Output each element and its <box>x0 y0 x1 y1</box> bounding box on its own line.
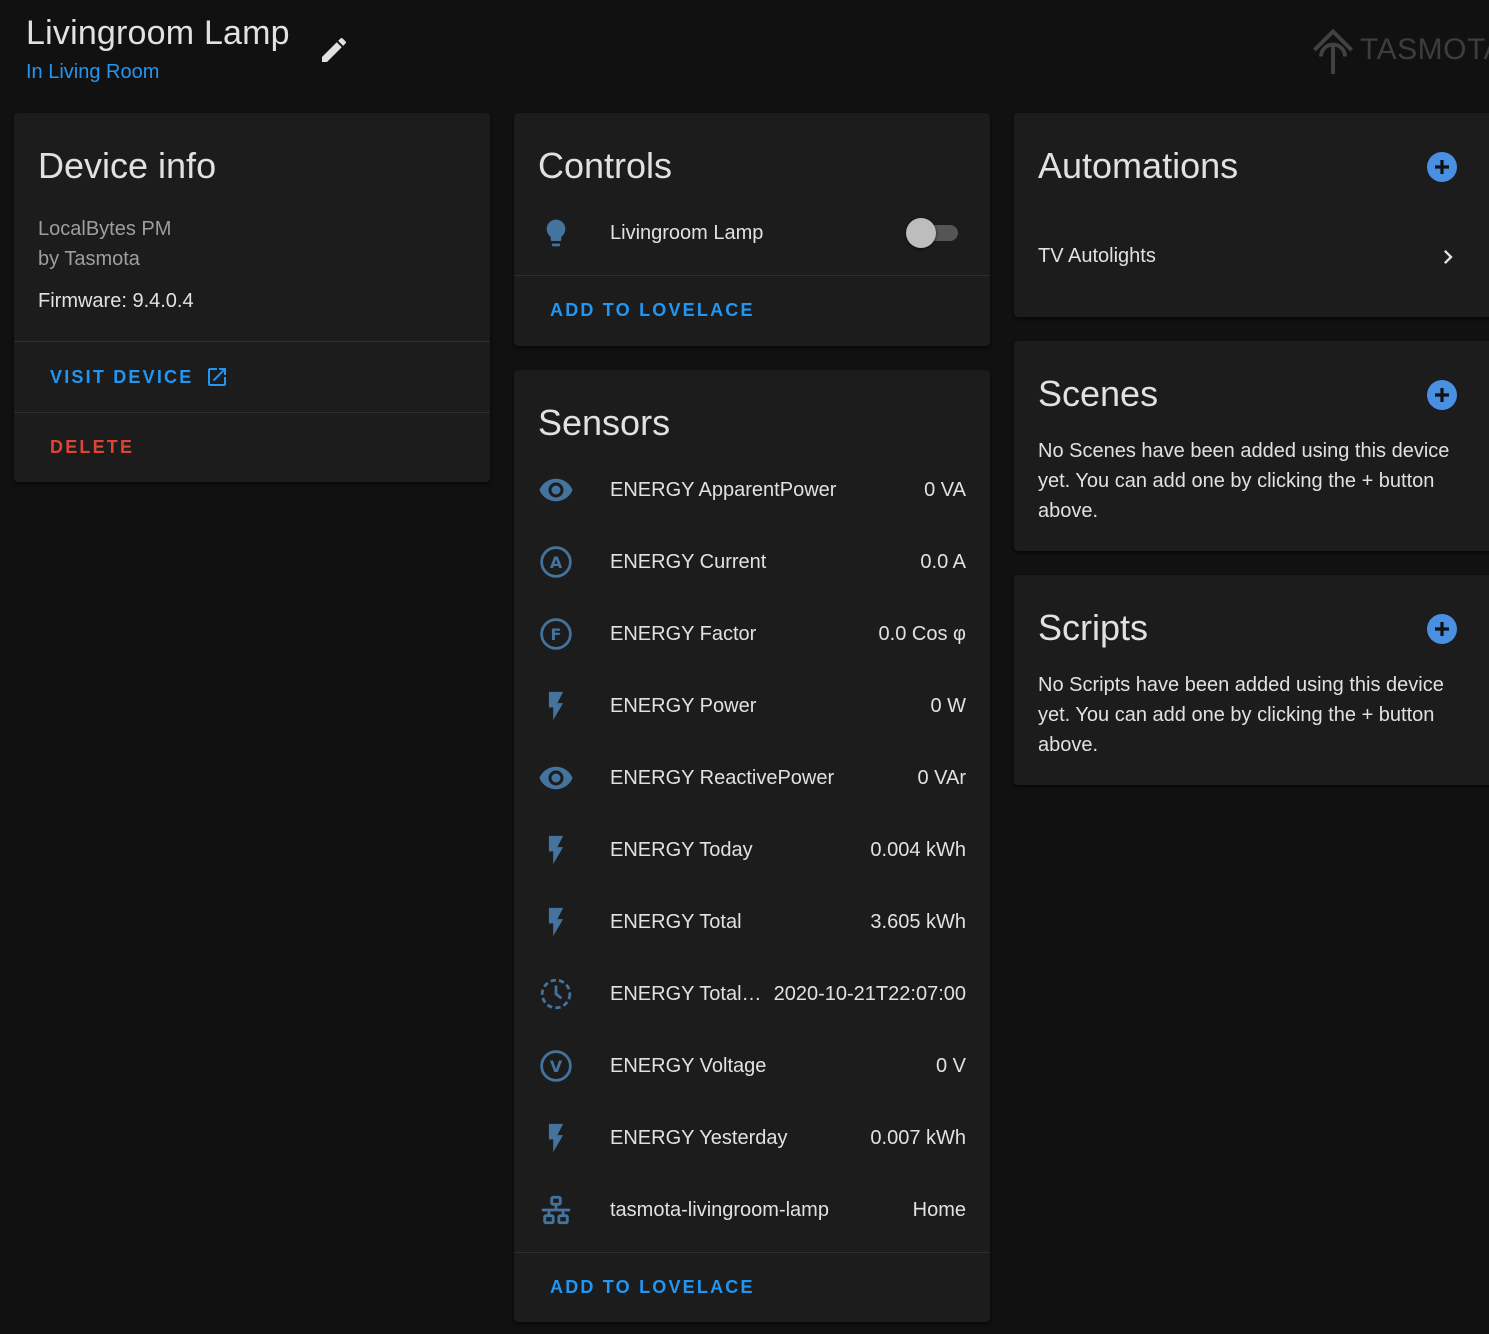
sensor-value: 0.0 Cos φ <box>878 622 966 645</box>
sensor-name: ENERGY Today <box>610 838 753 861</box>
lamp-toggle[interactable] <box>906 218 960 248</box>
add-scene-button[interactable] <box>1426 379 1458 411</box>
brand-name: TASMOTA <box>1360 33 1489 66</box>
scenes-empty-note: No Scenes have been added using this dev… <box>1038 440 1450 522</box>
automations-card: Automations TV Autolights <box>1014 113 1489 317</box>
plus-circle-icon <box>1427 152 1457 182</box>
sensor-row[interactable]: ENERGY Total 3.605 kWh <box>514 902 990 942</box>
chevron-right-icon[interactable] <box>1434 243 1462 271</box>
alpha-f-circle-icon: F <box>538 616 574 652</box>
brand-logo: TASMOTA <box>1310 26 1489 74</box>
flash-icon <box>538 904 574 940</box>
scenes-card: Scenes No Scenes have been added using t… <box>1014 341 1489 551</box>
automation-item[interactable]: TV Autolights <box>1038 245 1156 268</box>
device-model: LocalBytes PM <box>38 218 172 240</box>
sensor-row[interactable]: ENERGY Total… 2020-10-21T22:07:00 <box>514 974 990 1014</box>
sensor-value: 0 V <box>935 1054 966 1077</box>
controls-card: Controls Livingroom Lamp ADD TO LOVELACE <box>514 113 990 346</box>
sensor-row[interactable]: ENERGY Power 0 W <box>514 686 990 726</box>
sensor-row[interactable]: tasmota-livingroom-lamp Home <box>514 1190 990 1230</box>
sensor-value: 0 VAr <box>917 766 966 789</box>
page-title: Livingroom Lamp <box>26 14 290 52</box>
sensor-name: ENERGY Voltage <box>610 1054 767 1077</box>
eye-icon <box>538 472 574 508</box>
delete-button[interactable]: DELETE <box>50 437 134 458</box>
tasmota-logo-icon <box>1313 28 1353 74</box>
sensor-name: tasmota-livingroom-lamp <box>610 1198 829 1221</box>
delete-label: DELETE <box>50 437 135 457</box>
control-name: Livingroom Lamp <box>610 221 764 244</box>
svg-text:V: V <box>550 1057 563 1076</box>
scripts-title: Scripts <box>1038 607 1149 648</box>
sensor-name: ENERGY ReactivePower <box>610 766 835 789</box>
alpha-a-circle-icon: A <box>538 544 574 580</box>
svg-text:A: A <box>550 553 563 572</box>
sensors-title: Sensors <box>538 402 671 443</box>
sensor-value: 0.007 kWh <box>870 1126 966 1149</box>
sensor-value: 0.0 A <box>920 550 966 573</box>
sensor-row[interactable]: ENERGY ReactivePower 0 VAr <box>514 758 990 798</box>
divider <box>14 412 490 413</box>
sensor-name: ENERGY ApparentPower <box>610 478 837 501</box>
lightbulb-icon <box>538 215 574 251</box>
divider <box>514 275 990 276</box>
page-header: Livingroom Lamp In Living Room <box>26 14 290 84</box>
open-in-new-icon <box>208 368 227 386</box>
plus-circle-icon <box>1427 614 1457 644</box>
sensor-name: ENERGY Total… <box>610 982 762 1005</box>
sensors-add-to-lovelace-button[interactable]: ADD TO LOVELACE <box>550 1277 755 1298</box>
controls-title: Controls <box>538 145 673 186</box>
sensor-value: 0 W <box>930 694 966 717</box>
clock-outline-icon <box>538 976 574 1012</box>
sensor-row[interactable]: ENERGY ApparentPower 0 VA <box>514 470 990 510</box>
device-info-title: Device info <box>38 145 217 186</box>
edit-pencil-icon[interactable] <box>318 34 350 66</box>
sensor-row[interactable]: ENERGY Today 0.004 kWh <box>514 830 990 870</box>
sensors-card: Sensors ENERGY ApparentPower 0 VA A ENER… <box>514 370 990 1322</box>
lan-icon <box>538 1192 574 1228</box>
flash-icon <box>538 832 574 868</box>
alpha-v-circle-icon: V <box>538 1048 574 1084</box>
device-manufacturer: by Tasmota <box>38 248 140 270</box>
sensor-row[interactable]: V ENERGY Voltage 0 V <box>514 1046 990 1086</box>
plus-circle-icon <box>1427 380 1457 410</box>
device-firmware: Firmware: 9.4.0.4 <box>38 290 194 312</box>
scripts-empty-note: No Scripts have been added using this de… <box>1038 674 1444 756</box>
sensor-name: ENERGY Power <box>610 694 757 717</box>
sensor-value: 0 VA <box>924 478 966 501</box>
sensor-value: 3.605 kWh <box>870 910 966 933</box>
eye-icon <box>538 760 574 796</box>
visit-device-label: VISIT DEVICE <box>50 366 194 387</box>
scenes-title: Scenes <box>1038 373 1159 414</box>
area-link[interactable]: In Living Room <box>26 61 159 84</box>
add-automation-button[interactable] <box>1426 151 1458 183</box>
add-script-button[interactable] <box>1426 613 1458 645</box>
automations-title: Automations <box>1038 145 1239 186</box>
scripts-card: Scripts No Scripts have been added using… <box>1014 575 1489 785</box>
sensor-name: ENERGY Total <box>610 910 742 933</box>
sensor-row[interactable]: ENERGY Yesterday 0.007 kWh <box>514 1118 990 1158</box>
svg-text:F: F <box>551 625 562 644</box>
visit-device-button[interactable]: VISIT DEVICE <box>50 365 229 389</box>
sensor-name: ENERGY Factor <box>610 622 757 645</box>
add-to-lovelace-label: ADD TO LOVELACE <box>550 1277 755 1297</box>
device-info-card: Device info LocalBytes PM by Tasmota Fir… <box>14 113 490 482</box>
sensor-row[interactable]: A ENERGY Current 0.0 A <box>514 542 990 582</box>
divider <box>14 341 490 342</box>
sensor-row[interactable]: F ENERGY Factor 0.0 Cos φ <box>514 614 990 654</box>
add-to-lovelace-label: ADD TO LOVELACE <box>550 300 755 320</box>
sensor-value: 2020-10-21T22:07:00 <box>773 982 966 1005</box>
controls-add-to-lovelace-button[interactable]: ADD TO LOVELACE <box>550 300 755 321</box>
divider <box>514 1252 990 1253</box>
flash-icon <box>538 1120 574 1156</box>
control-row-livingroom-lamp[interactable]: Livingroom Lamp <box>514 213 990 253</box>
sensor-value: 0.004 kWh <box>870 838 966 861</box>
sensor-value: Home <box>912 1198 966 1221</box>
sensor-name: ENERGY Yesterday <box>610 1126 788 1149</box>
sensor-name: ENERGY Current <box>610 550 767 573</box>
flash-icon <box>538 688 574 724</box>
toggle-thumb <box>906 218 936 248</box>
